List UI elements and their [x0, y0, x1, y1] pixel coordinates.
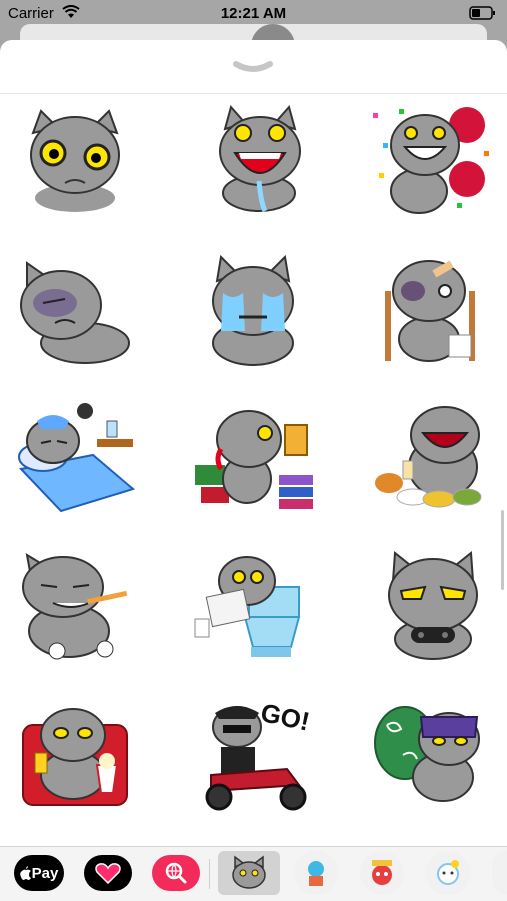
sticker-bruised-sad-cat[interactable] — [10, 248, 140, 372]
sticker-gamer-cat[interactable] — [366, 544, 496, 668]
sticker-character-icon — [308, 861, 324, 886]
app-cat-stickers[interactable] — [218, 851, 280, 895]
app-sticker-pack-2[interactable] — [294, 851, 338, 895]
drawer-separator — [209, 859, 210, 889]
apple-pay-label: Pay — [31, 864, 59, 882]
sticker-toothbrush-cat[interactable] — [10, 544, 140, 668]
app-digital-touch[interactable] — [84, 855, 132, 891]
sticker-popcorn-couch-cat[interactable] — [10, 692, 140, 816]
biker-cat-go-text: GO! — [258, 697, 312, 737]
sticker-injured-crutches-cat[interactable] — [366, 248, 496, 372]
sticker-crying-cat[interactable] — [188, 248, 318, 372]
sticker-sleeping-cat[interactable] — [10, 396, 140, 520]
sticker-sheet: GO! Pay — [0, 40, 507, 901]
sticker-sad-cat[interactable] — [10, 100, 140, 224]
sticker-thief-bundle-cat[interactable] — [366, 692, 496, 816]
sticker-phone-books-cat[interactable] — [188, 396, 318, 520]
sticker-toilet-newspaper-cat[interactable] — [188, 544, 318, 668]
divider — [0, 93, 507, 94]
clock: 12:21 AM — [220, 5, 287, 22]
apple-logo-icon — [19, 866, 31, 880]
battery-icon — [469, 6, 497, 24]
sticker-character-icon — [372, 860, 392, 885]
scroll-indicator[interactable] — [501, 510, 504, 590]
globe-search-icon — [165, 862, 187, 884]
app-drawer: Pay — [0, 846, 507, 901]
app-sticker-pack-4[interactable] — [426, 851, 470, 895]
sticker-character-icon — [437, 860, 459, 885]
sticker-cheering-cat[interactable] — [366, 100, 496, 224]
sticker-biker-cat[interactable]: GO! — [188, 692, 318, 816]
sticker-drooling-cat[interactable] — [188, 100, 318, 224]
sticker-eating-feast-cat[interactable] — [366, 396, 496, 520]
heart-icon — [95, 863, 121, 884]
app-sticker-pack-3[interactable] — [360, 851, 404, 895]
app-sticker-pack-5[interactable] — [492, 851, 507, 895]
cat-sticker-icon — [232, 855, 266, 889]
chevron-down-icon[interactable] — [228, 58, 278, 78]
app-image-search[interactable] — [152, 855, 200, 891]
app-apple-pay[interactable]: Pay — [14, 855, 64, 891]
